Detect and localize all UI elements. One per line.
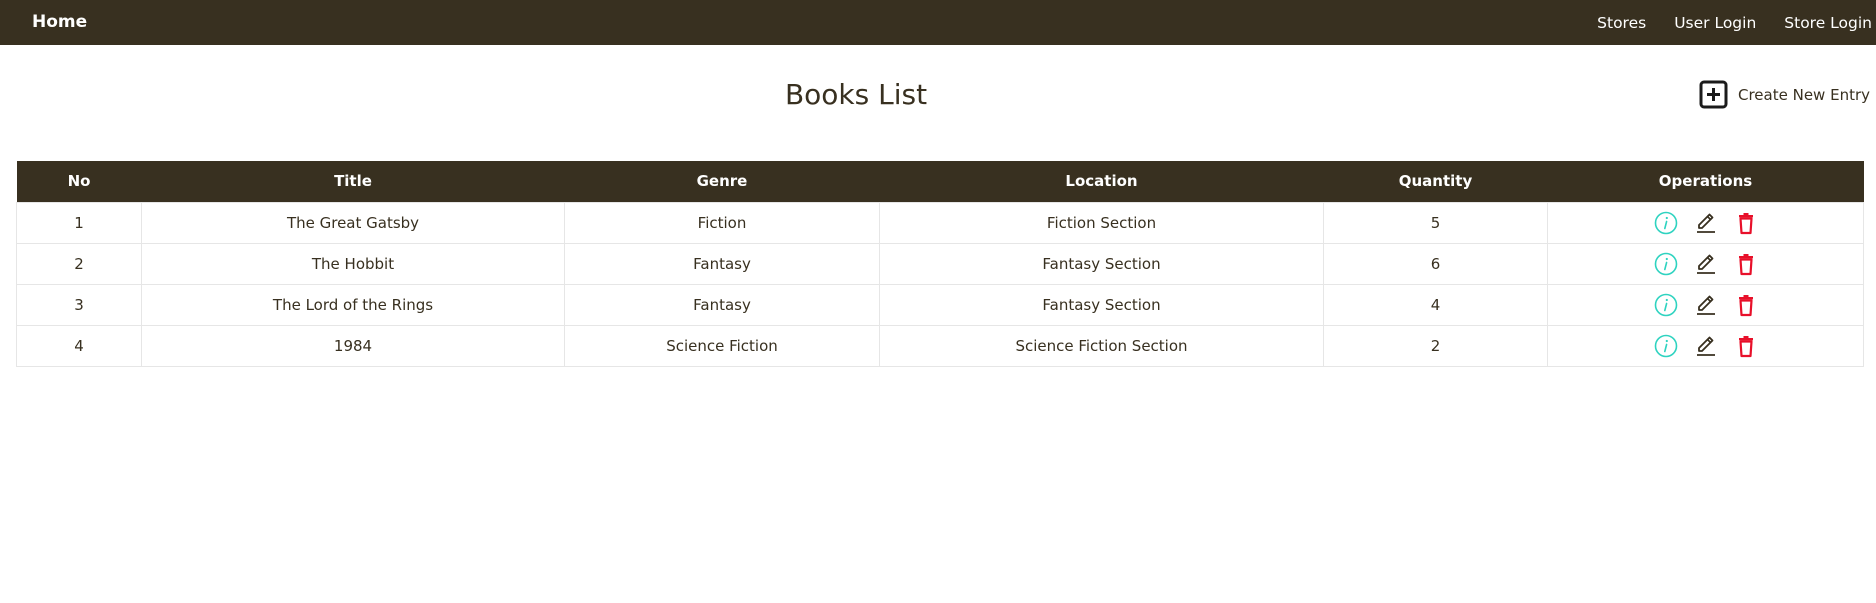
nav-link-stores[interactable]: Stores <box>1597 14 1646 32</box>
cell-location: Science Fiction Section <box>879 324 1324 367</box>
cell-location: Fiction Section <box>879 201 1324 244</box>
table-row: 4 1984 Science Fiction Science Fiction S… <box>16 324 1864 367</box>
delete-icon[interactable] <box>1734 211 1758 235</box>
plus-box-icon <box>1699 80 1728 109</box>
edit-icon[interactable] <box>1694 211 1718 235</box>
create-new-entry-label: Create New Entry <box>1738 85 1871 104</box>
delete-icon[interactable] <box>1734 293 1758 317</box>
info-icon[interactable] <box>1654 293 1678 317</box>
cell-operations <box>1547 283 1864 326</box>
edit-icon[interactable] <box>1694 252 1718 276</box>
info-icon[interactable] <box>1654 211 1678 235</box>
table-row: 2 The Hobbit Fantasy Fantasy Section 6 <box>16 242 1864 285</box>
cell-location: Fantasy Section <box>879 242 1324 285</box>
column-header-genre: Genre <box>564 161 880 202</box>
table-row: 1 The Great Gatsby Fiction Fiction Secti… <box>16 201 1864 244</box>
column-header-title: Title <box>141 161 565 202</box>
page-title: Books List <box>784 78 928 111</box>
cell-quantity: 2 <box>1323 324 1548 367</box>
cell-title: The Great Gatsby <box>141 201 565 244</box>
cell-genre: Science Fiction <box>564 324 880 367</box>
navbar: Home Stores User Login Store Login <box>0 0 1876 45</box>
edit-icon[interactable] <box>1694 293 1718 317</box>
info-icon[interactable] <box>1654 252 1678 276</box>
cell-no: 3 <box>16 283 142 326</box>
column-header-no: No <box>16 161 142 202</box>
nav-links: Stores User Login Store Login <box>1569 0 1872 45</box>
cell-title: The Hobbit <box>141 242 565 285</box>
table-header-row: No Title Genre Location Quantity Operati… <box>16 161 1864 202</box>
cell-genre: Fantasy <box>564 283 880 326</box>
table-row: 3 The Lord of the Rings Fantasy Fantasy … <box>16 283 1864 326</box>
cell-operations <box>1547 242 1864 285</box>
cell-no: 2 <box>16 242 142 285</box>
create-new-entry-button[interactable]: Create New Entry <box>1699 80 1870 109</box>
cell-operations <box>1547 324 1864 367</box>
edit-icon[interactable] <box>1694 334 1718 358</box>
cell-quantity: 5 <box>1323 201 1548 244</box>
column-header-quantity: Quantity <box>1323 161 1548 202</box>
cell-no: 1 <box>16 201 142 244</box>
home-link[interactable]: Home <box>32 0 87 45</box>
nav-link-user-login[interactable]: User Login <box>1674 14 1756 32</box>
column-header-operations: Operations <box>1547 161 1864 202</box>
books-table: No Title Genre Location Quantity Operati… <box>16 161 1864 367</box>
cell-quantity: 6 <box>1323 242 1548 285</box>
cell-operations <box>1547 201 1864 244</box>
nav-link-store-login[interactable]: Store Login <box>1784 14 1872 32</box>
cell-title: The Lord of the Rings <box>141 283 565 326</box>
cell-title: 1984 <box>141 324 565 367</box>
delete-icon[interactable] <box>1734 252 1758 276</box>
cell-no: 4 <box>16 324 142 367</box>
delete-icon[interactable] <box>1734 334 1758 358</box>
cell-location: Fantasy Section <box>879 283 1324 326</box>
cell-genre: Fiction <box>564 201 880 244</box>
column-header-location: Location <box>879 161 1324 202</box>
cell-quantity: 4 <box>1323 283 1548 326</box>
cell-genre: Fantasy <box>564 242 880 285</box>
info-icon[interactable] <box>1654 334 1678 358</box>
